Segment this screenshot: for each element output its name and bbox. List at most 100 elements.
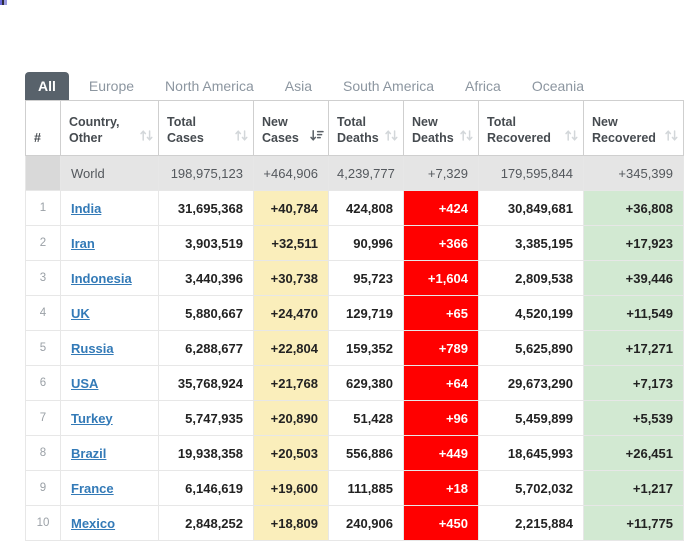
country-link[interactable]: Indonesia bbox=[71, 271, 132, 286]
country-cell: India bbox=[61, 191, 159, 226]
rank-cell bbox=[26, 156, 61, 191]
column-header-new-recovered[interactable]: NewRecovered bbox=[584, 101, 684, 156]
country-cell: Indonesia bbox=[61, 261, 159, 296]
country-link[interactable]: UK bbox=[71, 306, 90, 321]
total-cases-cell: 5,880,667 bbox=[159, 296, 254, 331]
total-deaths-cell: 424,808 bbox=[329, 191, 404, 226]
tab-north-america[interactable]: North America bbox=[154, 72, 265, 100]
new-cases-cell: +464,906 bbox=[254, 156, 329, 191]
table-body: World198,975,123+464,9064,239,777+7,3291… bbox=[26, 156, 684, 541]
new-cases-cell: +40,784 bbox=[254, 191, 329, 226]
table-row: 4UK5,880,667+24,470129,719+654,520,199+1… bbox=[26, 296, 684, 331]
table-header: #Country,OtherTotalCasesNewCasesTotalDea… bbox=[26, 101, 684, 156]
rank-cell: 7 bbox=[26, 401, 61, 436]
total-deaths-cell: 159,352 bbox=[329, 331, 404, 366]
column-header-country[interactable]: Country,Other bbox=[61, 101, 159, 156]
country-cell: USA bbox=[61, 366, 159, 401]
column-header-rank: # bbox=[26, 101, 61, 156]
table-row: 10Mexico2,848,252+18,809240,906+4502,215… bbox=[26, 506, 684, 541]
new-recovered-cell: +5,539 bbox=[584, 401, 684, 436]
table-row: 9France6,146,619+19,600111,885+185,702,0… bbox=[26, 471, 684, 506]
new-recovered-cell: +7,173 bbox=[584, 366, 684, 401]
country-link[interactable]: USA bbox=[71, 376, 98, 391]
new-recovered-cell: +39,446 bbox=[584, 261, 684, 296]
country-cell: Brazil bbox=[61, 436, 159, 471]
country-link[interactable]: Mexico bbox=[71, 516, 115, 531]
tab-africa[interactable]: Africa bbox=[454, 72, 512, 100]
sort-up-down-icon bbox=[384, 129, 399, 146]
country-link[interactable]: Brazil bbox=[71, 446, 106, 461]
total-deaths-cell: 90,996 bbox=[329, 226, 404, 261]
total-deaths-cell: 556,886 bbox=[329, 436, 404, 471]
table-row: 5Russia6,288,677+22,804159,352+7895,625,… bbox=[26, 331, 684, 366]
total-recovered-cell: 179,595,844 bbox=[479, 156, 584, 191]
screenshot-artifact bbox=[0, 0, 7, 5]
new-cases-cell: +20,503 bbox=[254, 436, 329, 471]
country-cell: UK bbox=[61, 296, 159, 331]
total-cases-cell: 31,695,368 bbox=[159, 191, 254, 226]
country-link[interactable]: Iran bbox=[71, 236, 95, 251]
country-cell: Turkey bbox=[61, 401, 159, 436]
covid-stats-table: #Country,OtherTotalCasesNewCasesTotalDea… bbox=[25, 100, 684, 541]
rank-cell: 8 bbox=[26, 436, 61, 471]
country-cell: Russia bbox=[61, 331, 159, 366]
sort-up-down-icon bbox=[664, 129, 679, 146]
sort-up-down-icon bbox=[139, 129, 154, 146]
total-cases-cell: 198,975,123 bbox=[159, 156, 254, 191]
total-recovered-cell: 5,459,899 bbox=[479, 401, 584, 436]
tab-asia[interactable]: Asia bbox=[274, 72, 323, 100]
rank-cell: 10 bbox=[26, 506, 61, 541]
total-deaths-cell: 51,428 bbox=[329, 401, 404, 436]
tab-south-america[interactable]: South America bbox=[332, 72, 445, 100]
sort-amount-desc-icon bbox=[309, 129, 324, 146]
sort-up-down-icon bbox=[234, 129, 249, 146]
table-row: 7Turkey5,747,935+20,89051,428+965,459,89… bbox=[26, 401, 684, 436]
column-label-line: Total bbox=[487, 114, 577, 130]
total-recovered-cell: 4,520,199 bbox=[479, 296, 584, 331]
country-link[interactable]: France bbox=[71, 481, 114, 496]
column-label-line: Total bbox=[167, 114, 247, 130]
rank-cell: 5 bbox=[26, 331, 61, 366]
total-deaths-cell: 4,239,777 bbox=[329, 156, 404, 191]
column-label-line: Country, bbox=[69, 114, 152, 130]
column-header-total-cases[interactable]: TotalCases bbox=[159, 101, 254, 156]
tab-europe[interactable]: Europe bbox=[78, 72, 145, 100]
new-cases-cell: +22,804 bbox=[254, 331, 329, 366]
table-row: 1India31,695,368+40,784424,808+42430,849… bbox=[26, 191, 684, 226]
country-link[interactable]: India bbox=[71, 201, 101, 216]
total-recovered-cell: 2,215,884 bbox=[479, 506, 584, 541]
column-header-total-deaths[interactable]: TotalDeaths bbox=[329, 101, 404, 156]
new-deaths-cell: +424 bbox=[404, 191, 479, 226]
total-cases-cell: 5,747,935 bbox=[159, 401, 254, 436]
new-cases-cell: +18,809 bbox=[254, 506, 329, 541]
country-link[interactable]: Russia bbox=[71, 341, 114, 356]
sort-up-down-icon bbox=[459, 129, 474, 146]
sort-up-down-icon bbox=[564, 129, 579, 146]
total-cases-cell: 3,903,519 bbox=[159, 226, 254, 261]
column-header-total-recovered[interactable]: TotalRecovered bbox=[479, 101, 584, 156]
tab-oceania[interactable]: Oceania bbox=[521, 72, 595, 100]
total-cases-cell: 19,938,358 bbox=[159, 436, 254, 471]
total-deaths-cell: 129,719 bbox=[329, 296, 404, 331]
total-recovered-cell: 5,625,890 bbox=[479, 331, 584, 366]
table-row: 3Indonesia3,440,396+30,73895,723+1,6042,… bbox=[26, 261, 684, 296]
column-header-new-cases[interactable]: NewCases bbox=[254, 101, 329, 156]
world-row: World198,975,123+464,9064,239,777+7,3291… bbox=[26, 156, 684, 191]
tab-all[interactable]: All bbox=[25, 72, 69, 100]
new-deaths-cell: +96 bbox=[404, 401, 479, 436]
total-recovered-cell: 5,702,032 bbox=[479, 471, 584, 506]
new-recovered-cell: +345,399 bbox=[584, 156, 684, 191]
country-link[interactable]: Turkey bbox=[71, 411, 113, 426]
total-deaths-cell: 629,380 bbox=[329, 366, 404, 401]
new-deaths-cell: +449 bbox=[404, 436, 479, 471]
new-recovered-cell: +11,549 bbox=[584, 296, 684, 331]
total-cases-cell: 35,768,924 bbox=[159, 366, 254, 401]
new-deaths-cell: +7,329 bbox=[404, 156, 479, 191]
column-header-new-deaths[interactable]: NewDeaths bbox=[404, 101, 479, 156]
total-deaths-cell: 95,723 bbox=[329, 261, 404, 296]
rank-cell: 4 bbox=[26, 296, 61, 331]
total-recovered-cell: 29,673,290 bbox=[479, 366, 584, 401]
total-cases-cell: 3,440,396 bbox=[159, 261, 254, 296]
new-deaths-cell: +1,604 bbox=[404, 261, 479, 296]
country-cell: France bbox=[61, 471, 159, 506]
